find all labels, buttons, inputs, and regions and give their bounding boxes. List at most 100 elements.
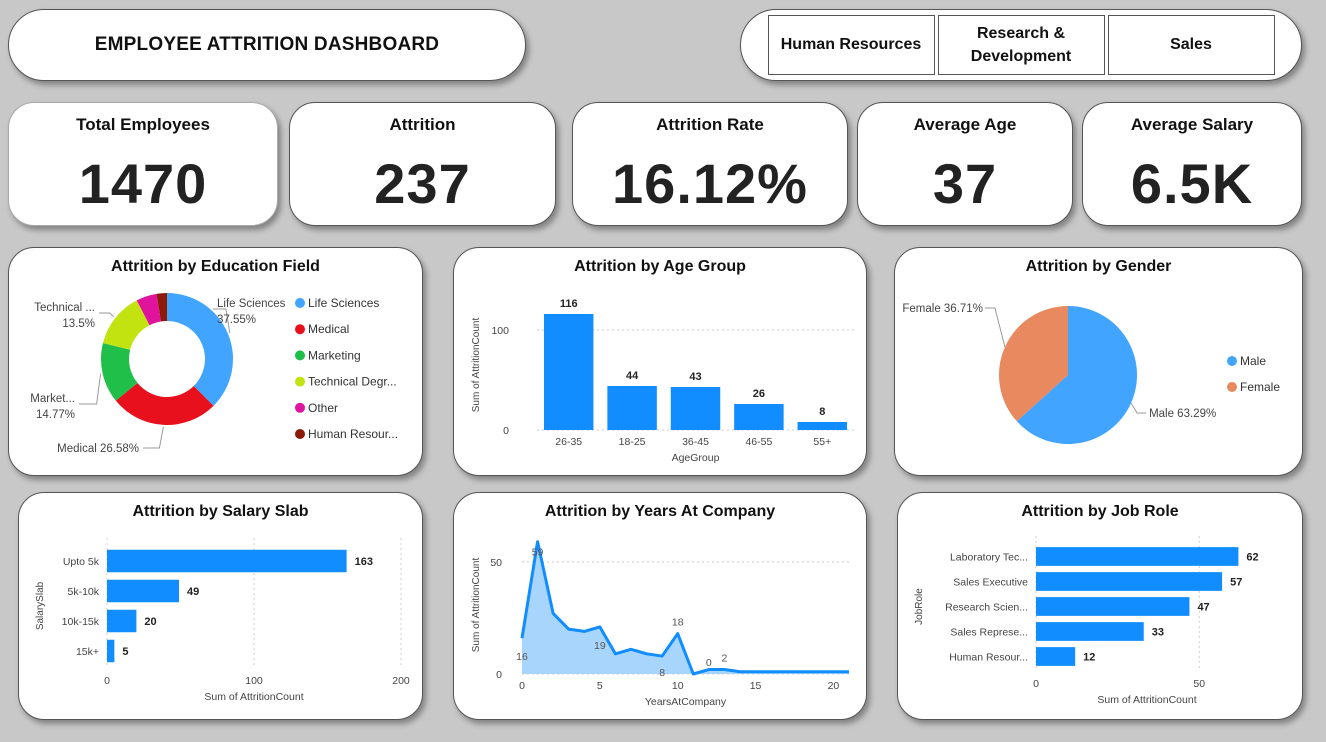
years-area-chart: 0500 5 10 15 201659198180 2YearsAtCompanySum … xyxy=(471,540,849,708)
legend-label: Technical Degr... xyxy=(308,375,397,389)
legend-marker xyxy=(295,376,305,387)
bar-data-label: 33 xyxy=(1152,627,1164,639)
donut-data-label: 13.5% xyxy=(62,318,95,330)
chart-card-salary: Attrition by Salary Slab 0 100 200 163 Upto … xyxy=(18,492,423,720)
kpi-value: 37 xyxy=(932,152,998,215)
pie-leader-line xyxy=(984,307,1006,348)
kpi-value: 237 xyxy=(374,152,471,215)
salary-bar-chart: 0 100 200 163 Upto 5k 49 5k-10k 20 10k-15k 5 15k+ S… xyxy=(35,538,410,703)
filter-human-resources[interactable]: Human Resources xyxy=(767,15,935,75)
x-tick-label: 0 xyxy=(104,675,110,687)
x-tick-label: 26-35 xyxy=(555,436,582,448)
legend-marker xyxy=(295,298,305,308)
bar-data-label: 47 xyxy=(1197,602,1209,614)
x-tick-label: 46-55 xyxy=(745,436,772,448)
legend-label: Human Resour... xyxy=(308,427,398,441)
pie-data-label: Male 63.29% xyxy=(1149,408,1216,420)
donut-leader-line xyxy=(79,373,102,405)
legend-marker xyxy=(1227,356,1237,366)
bar-data-label: 44 xyxy=(626,370,639,382)
y-tick-label: Research Scien... xyxy=(945,602,1028,614)
chart-card-education: Attrition by Education Field Life Scienc… xyxy=(8,247,423,476)
legend-label: Male xyxy=(1240,354,1266,368)
x-axis-title: YearsAtCompany xyxy=(645,696,727,708)
bar-data-label: 5 xyxy=(122,646,128,658)
y-tick-label: Human Resour... xyxy=(949,652,1028,664)
chart-card-jobrole: Attrition by Job Role 0 50 62 Laboratory Te… xyxy=(897,492,1303,720)
chart-card-age: Attrition by Age Group 0 100 116 26-35 44 18-… xyxy=(453,247,867,476)
dashboard-title-card: EMPLOYEE ATTRITION DASHBOARD xyxy=(8,9,526,81)
kpi-label: Total Employees xyxy=(76,115,210,134)
age-bar-chart: 0 100 116 26-35 44 18-25 43 36-45 26 46-55 8 55+ Age… xyxy=(471,298,854,464)
donut-data-label: Life Sciences xyxy=(217,298,286,310)
filter-research-development[interactable]: Research & Development xyxy=(937,15,1105,75)
legend-marker xyxy=(295,429,305,439)
kpi-total-employees: Total Employees 1470 xyxy=(8,102,278,226)
area-data-label: 16 xyxy=(516,651,528,663)
area-data-label: 8 xyxy=(659,667,665,679)
bar-data-label: 163 xyxy=(355,556,373,568)
chart-card-gender: Attrition by Gender Male 63.29% Female 36… xyxy=(894,247,1303,476)
bar-data-label: 12 xyxy=(1083,652,1095,664)
bar xyxy=(1036,547,1239,566)
bar-data-label: 8 xyxy=(819,406,825,418)
x-tick-label: 15 xyxy=(750,680,762,692)
kpi-value: 6.5K xyxy=(1130,152,1254,215)
x-tick-label: 5 xyxy=(597,680,603,692)
x-tick-label: 0 xyxy=(1033,678,1039,690)
kpi-label: Attrition Rate xyxy=(656,115,764,134)
bar xyxy=(107,639,115,663)
x-tick-label: 0 xyxy=(519,680,525,692)
y-tick-label: 10k-15k xyxy=(62,616,100,628)
bar xyxy=(107,549,347,573)
dashboard-title: EMPLOYEE ATTRITION DASHBOARD xyxy=(94,34,440,55)
y-tick-label: Upto 5k xyxy=(63,556,100,568)
kpi-attrition: Attrition 237 xyxy=(289,102,556,226)
department-slicer: Human Resources Research & Development S… xyxy=(740,9,1302,81)
legend-marker xyxy=(295,402,305,413)
bar-data-label: 49 xyxy=(187,586,199,598)
legend-label: Marketing xyxy=(308,348,361,362)
legend-label: Other xyxy=(308,401,338,415)
y-tick-label: 50 xyxy=(490,557,502,569)
bar xyxy=(1036,572,1223,591)
kpi-attrition-rate: Attrition Rate 16.12% xyxy=(572,102,848,226)
bar-data-label: 20 xyxy=(144,616,156,628)
kpi-label: Attrition xyxy=(389,115,456,134)
x-axis-title: AgeGroup xyxy=(672,452,720,464)
x-tick-label: 200 xyxy=(392,675,410,687)
bar xyxy=(670,387,721,430)
x-axis-title: Sum of AttritionCount xyxy=(204,691,303,703)
kpi-label: Average Age xyxy=(913,115,1017,134)
jobrole-bar-chart: 0 50 62 Laboratory Tec... 57 Sales Executive 4… xyxy=(914,536,1259,706)
x-axis-title: Sum of AttritionCount xyxy=(1097,694,1196,706)
bar-data-label: 43 xyxy=(689,371,701,383)
y-tick-label: 15k+ xyxy=(76,646,99,658)
donut-leader-line xyxy=(99,312,115,318)
pie-data-label: Female 36.71% xyxy=(902,303,983,315)
bar xyxy=(107,579,180,603)
y-tick-label: 5k-10k xyxy=(67,586,99,598)
area-data-label: 19 xyxy=(594,640,606,652)
donut-data-label: 37.55% xyxy=(217,314,256,326)
donut-data-label: 14.77% xyxy=(36,409,75,421)
kpi-value: 16.12% xyxy=(612,152,808,215)
y-tick-label: Sales Executive xyxy=(953,577,1028,589)
kpi-average-age: Average Age 37 xyxy=(857,102,1073,226)
y-tick-label: Sales Represe... xyxy=(950,627,1028,639)
kpi-value: 1470 xyxy=(78,152,208,215)
legend-marker xyxy=(1227,382,1237,392)
bar xyxy=(1036,647,1076,666)
bar-data-label: 116 xyxy=(560,298,578,310)
bar xyxy=(1036,597,1190,616)
donut-leader-line xyxy=(143,426,164,449)
bar xyxy=(797,422,848,430)
filter-sales[interactable]: Sales xyxy=(1107,15,1275,75)
x-tick-label: 36-45 xyxy=(682,436,709,448)
y-tick-label: 0 xyxy=(496,669,502,681)
bar xyxy=(107,609,137,633)
bar xyxy=(607,386,657,430)
area-data-label: 2 xyxy=(722,653,728,665)
y-axis-title: JobRole xyxy=(914,588,925,625)
legend-marker xyxy=(295,324,305,335)
